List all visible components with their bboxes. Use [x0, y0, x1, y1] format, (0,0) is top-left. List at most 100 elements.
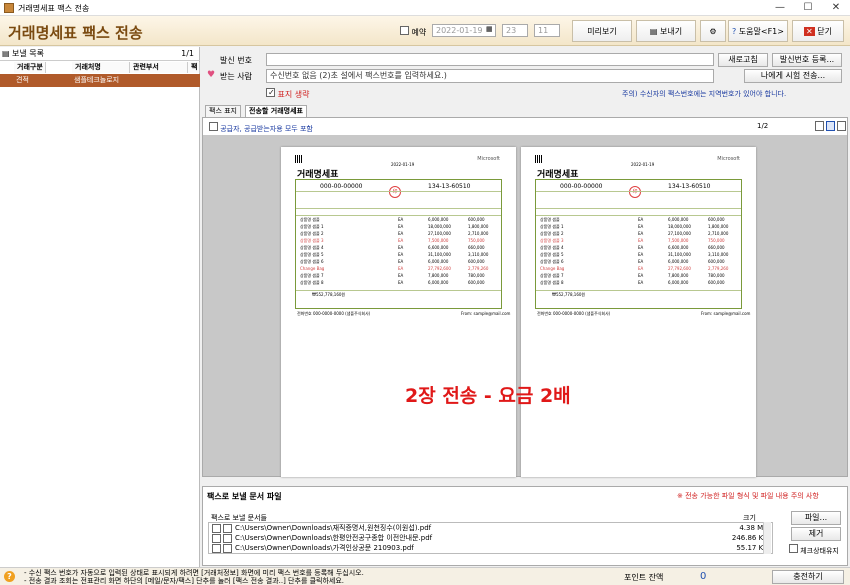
tab-invoice[interactable]: 전송할 거래명세표 [245, 105, 307, 117]
two-page-icon[interactable] [826, 121, 835, 131]
hour-input[interactable]: 23 [502, 24, 528, 37]
invoice-item-row: 상품명 샘플 1 EA 18,000,000 1,800,000 [298, 224, 501, 229]
keep-check-state[interactable]: 체크상태유지 [789, 544, 839, 556]
register-sender-button[interactable]: 발신번호 등록... [772, 53, 842, 67]
file-list[interactable]: C:\Users\Owner\Downloads\재직증명서,원천징수(이원섭)… [208, 522, 773, 554]
invoice-item-amount: 600,000 [708, 280, 725, 285]
file-check[interactable] [223, 524, 232, 533]
reserve-checkbox[interactable]: 예약 [400, 26, 426, 38]
send-list-panel: ▤ 보낼 목록 1/1 거래구분 거래처명 관련부서 팩 견적 샘플테크놀로지 [0, 47, 200, 567]
minute-value: 11 [538, 26, 549, 35]
invoice-item-amount: 2,779,260 [708, 266, 729, 271]
seal-stamp: 印 [629, 186, 641, 198]
invoice-item-amount: 600,000 [468, 280, 485, 285]
sender-number-input[interactable] [266, 53, 714, 66]
close-button[interactable]: ✕ 닫기 [792, 20, 844, 42]
invoice-item-qty: EA [398, 231, 404, 236]
list-item[interactable]: C:\Users\Owner\Downloads\가격인상공문 210903.p… [209, 543, 772, 554]
test-send-button[interactable]: 나에게 시험 전송... [744, 69, 842, 83]
status-bar: ? - 수신 팩스 번호가 자동으로 입력된 상태로 표시되게 하려면 [거래처… [0, 567, 850, 585]
cover-skip-checkbox[interactable]: 표지 생략 [266, 88, 310, 100]
invoice-item-amount: 600,000 [708, 217, 725, 222]
document-view[interactable]: Microsoft 거래명세표 2022-01-19 000-00-00000 … [203, 135, 847, 477]
invoice-item-name: 상품명 샘플 1 [540, 224, 564, 229]
invoice-item-name: 상품명 샘플 6 [300, 259, 324, 264]
send-button[interactable]: ▤ 보내기 [636, 20, 696, 42]
file-warning-link[interactable]: ※ 전송 가능한 파일 형식 및 파일 내용 주의 사항 [677, 491, 819, 501]
file-check[interactable] [212, 524, 221, 533]
invoice-item-price: 6,600,000 [428, 245, 449, 250]
heart-icon: ♥ [207, 70, 216, 80]
file-check[interactable] [212, 544, 221, 553]
refresh-button[interactable]: 새로고침 [718, 53, 768, 67]
invoice-item-qty: EA [398, 259, 404, 264]
close-window-button[interactable]: ✕ [822, 0, 850, 16]
invoice-item-name: 상품명 샘플 3 [300, 238, 324, 243]
cover-skip-label: 표지 생략 [277, 90, 310, 99]
file-list-scrollbar[interactable] [763, 522, 771, 554]
preview-button[interactable]: 미리보기 [572, 20, 632, 42]
send-list-header: ▤ 보낼 목록 1/1 [0, 47, 200, 61]
file-check[interactable] [223, 544, 232, 553]
table-row[interactable]: 견적 샘플테크놀로지 [0, 74, 200, 87]
hour-value: 23 [506, 26, 517, 35]
app-title: 거래명세표 팩스 전송 [8, 24, 143, 42]
minimize-button[interactable]: — [766, 0, 794, 16]
qr-icon [295, 155, 303, 163]
charge-button[interactable]: 충전하기 [772, 570, 844, 584]
single-page-icon[interactable] [815, 121, 824, 131]
receiver-input[interactable]: 수신번호 없음 (2)초 설에서 팩스번호를 입력하세요.) [266, 69, 714, 83]
send-icon: ▤ [649, 27, 658, 36]
reserve-label: 예약 [411, 28, 427, 37]
col-header-type[interactable]: 거래구분 [14, 62, 46, 73]
remove-file-button[interactable]: 제거 [791, 527, 841, 541]
include-both-checkbox[interactable]: 공급자, 공급받는자용 모두 포함 [209, 122, 313, 134]
invoice-item-row: 상품명 샘플 2 EA 27,100,000 2,710,000 [298, 231, 501, 236]
invoice-item-name: 상품명 샘플 7 [300, 273, 324, 278]
file-check[interactable] [223, 534, 232, 543]
invoice-item-row: 상품명 샘플 5 EA 31,100,000 3,110,000 [298, 252, 501, 257]
invoice-email: From: sample@mail.com [701, 311, 751, 316]
microsoft-logo: Microsoft [477, 156, 500, 162]
settings-button[interactable]: ⚙ [700, 20, 726, 42]
invoice-item-qty: EA [638, 280, 644, 285]
invoice-item-amount: 750,000 [468, 238, 485, 243]
cover-skip-check-box[interactable] [266, 88, 275, 97]
reserve-check-box[interactable] [400, 26, 409, 35]
keep-check-box[interactable] [789, 544, 798, 553]
invoice-item-name: 상품명 샘플 [300, 217, 320, 222]
col-header-name[interactable]: 거래처명 [72, 62, 130, 73]
gear-icon: ⚙ [709, 27, 717, 36]
col-header-dept[interactable]: 관련부서 [130, 62, 188, 73]
maximize-button[interactable]: ☐ [794, 0, 822, 16]
invoice-item-qty: EA [638, 245, 644, 250]
invoice-item-price: 6,000,000 [668, 280, 689, 285]
invoice-item-row: 상품명 샘플 8 EA 6,000,000 600,000 [298, 280, 501, 285]
receiver-placeholder: 수신번호 없음 (2)초 설에서 팩스번호를 입력하세요.) [270, 71, 447, 80]
col-header-fax[interactable]: 팩 [188, 62, 200, 73]
invoice-item-row: 상품명 샘플 5 EA 31,100,000 3,110,000 [538, 252, 741, 257]
reg-number: 134-13-60510 [428, 183, 471, 190]
tab-fax-cover[interactable]: 팩스 표지 [205, 105, 241, 117]
invoice-item-price: 7,800,000 [428, 273, 449, 278]
invoice-item-price: 18,000,000 [428, 224, 451, 229]
help-button[interactable]: ? 도움말<F1> [728, 20, 788, 42]
invoice-item-price: 27,792,600 [428, 266, 451, 271]
double-charge-message: 2장 전송 - 요금 2배 [405, 385, 571, 407]
file-path: C:\Users\Owner\Downloads\가격인상공문 210903.p… [235, 544, 414, 552]
close-label: 닫기 [817, 27, 832, 36]
minute-input[interactable]: 11 [534, 24, 560, 37]
title-bar: 거래명세표 팩스 전송 — ☐ ✕ [0, 0, 850, 16]
calendar-icon[interactable]: ▦ [486, 25, 493, 33]
multi-page-icon[interactable] [837, 121, 846, 131]
info-icon: ? [4, 571, 15, 582]
invoice-item-price: 6,000,000 [668, 259, 689, 264]
add-file-button[interactable]: 파일... [791, 511, 841, 525]
invoice-item-name: 상품명 샘플 1 [300, 224, 324, 229]
help-icon: ? [732, 27, 737, 36]
invoice-item-qty: EA [638, 231, 644, 236]
table-divider [296, 290, 501, 291]
status-tip-2: - 전송 결과 조회는 전표관리 화면 하단의 [메일/문자/팩스] 단추를 눌… [24, 577, 345, 585]
include-both-check-box[interactable] [209, 122, 218, 131]
file-check[interactable] [212, 534, 221, 543]
